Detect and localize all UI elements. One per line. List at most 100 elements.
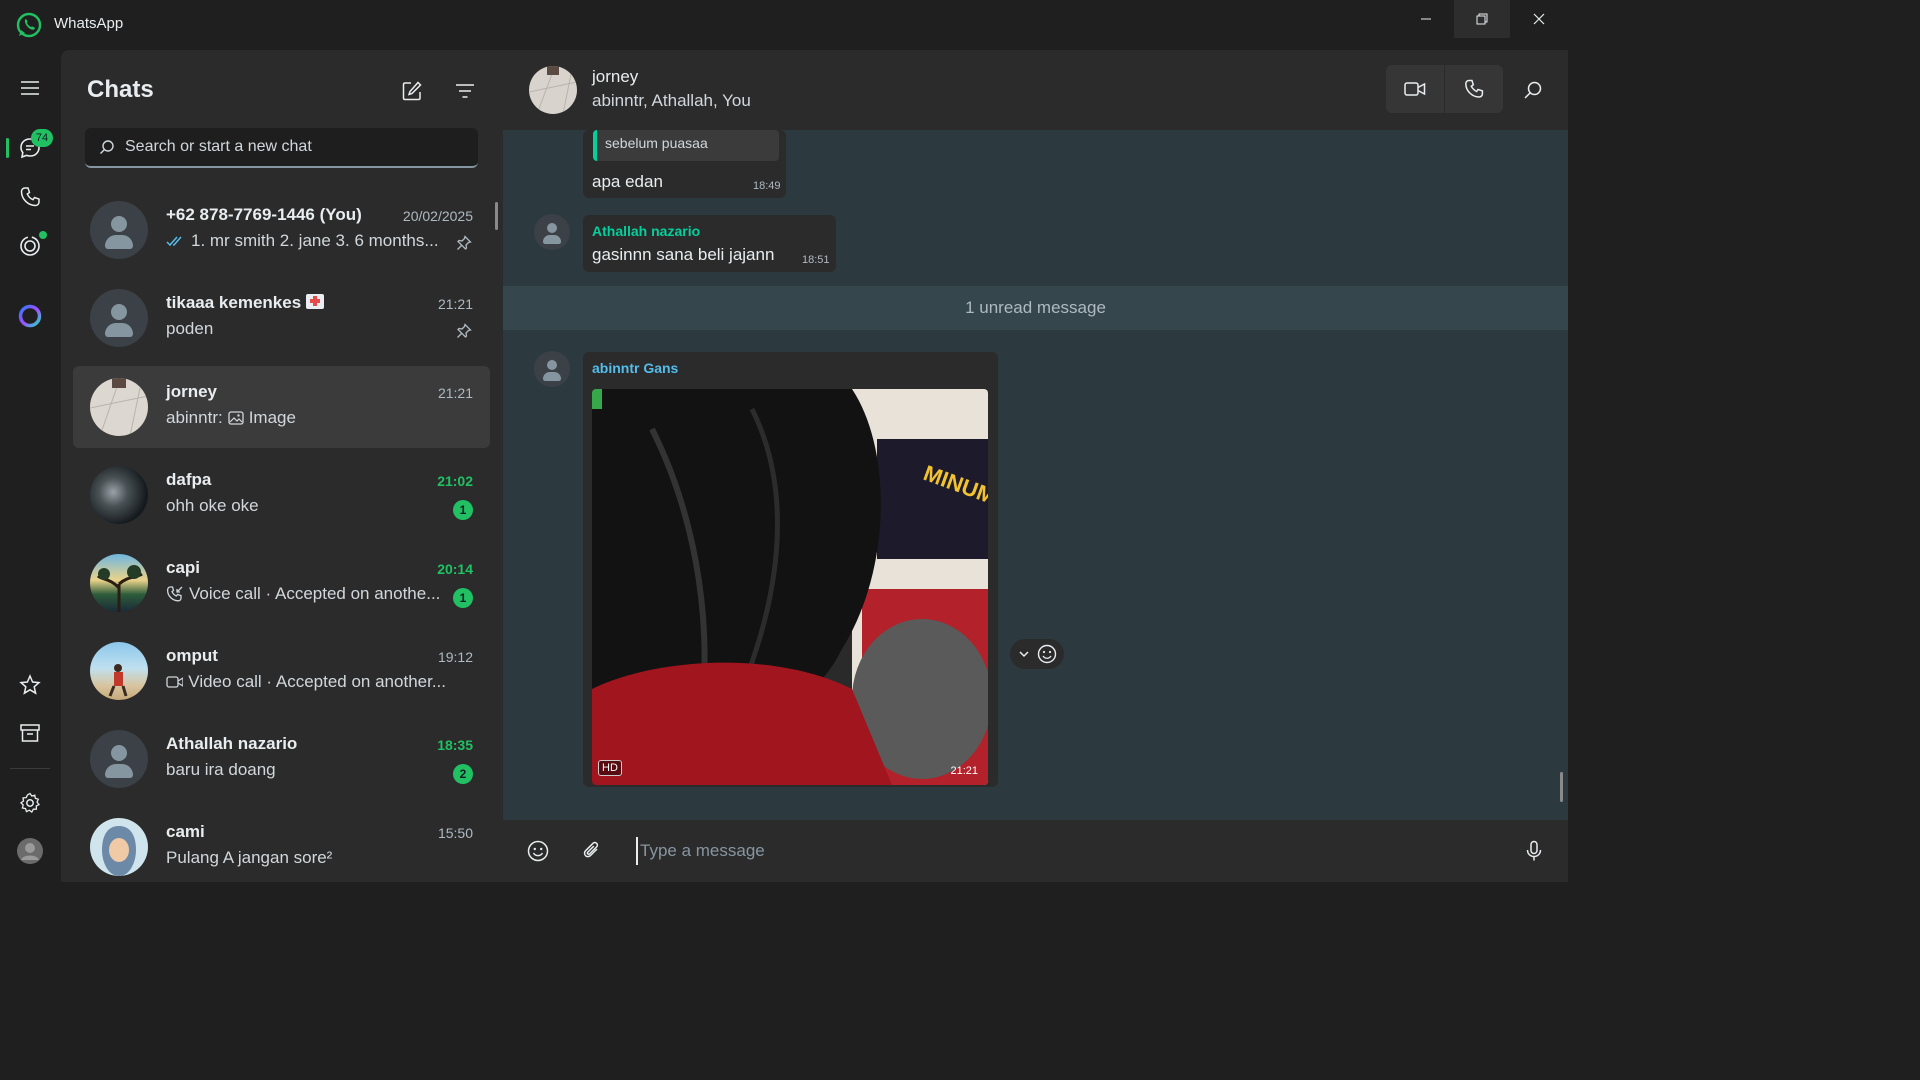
microphone-icon bbox=[1526, 840, 1542, 861]
avatar bbox=[90, 466, 148, 524]
conversation-header[interactable]: jorney abinntr, Athallah, You bbox=[503, 50, 1568, 130]
archive-icon bbox=[20, 724, 40, 742]
minimize-icon bbox=[1421, 18, 1431, 20]
rail-divider bbox=[10, 768, 50, 769]
filter-button[interactable] bbox=[452, 78, 478, 104]
new-chat-button[interactable] bbox=[399, 78, 425, 104]
nav-rail: 74 bbox=[0, 50, 61, 882]
chat-preview-text: 1. mr smith 2. jane 3. 6 months... bbox=[191, 231, 439, 250]
chat-item-dafpa[interactable]: dafpa 21:02 ohh oke oke 1 bbox=[73, 454, 490, 536]
message-input[interactable] bbox=[636, 837, 1496, 865]
message-image[interactable]: MINUM HD 21:21 bbox=[592, 389, 988, 785]
star-icon bbox=[19, 674, 41, 695]
chat-item-tikaaa[interactable]: tikaaa kemenkes 21:21 poden bbox=[73, 277, 490, 359]
close-button[interactable] bbox=[1511, 0, 1567, 38]
phone-icon bbox=[20, 187, 40, 207]
conversation-scrollbar[interactable] bbox=[1560, 772, 1563, 802]
phone-icon bbox=[1465, 79, 1484, 98]
unread-badge: 1 bbox=[453, 588, 473, 608]
hd-badge: HD bbox=[598, 760, 622, 776]
app-title: WhatsApp bbox=[54, 15, 124, 32]
avatar bbox=[90, 818, 148, 876]
chat-preview: 1. mr smith 2. jane 3. 6 months... bbox=[166, 231, 446, 251]
chat-preview-text: Video call · Accepted on another... bbox=[188, 672, 446, 691]
chat-preview: ohh oke oke bbox=[166, 496, 259, 515]
unread-badge: 2 bbox=[453, 764, 473, 784]
filter-icon bbox=[456, 84, 474, 98]
restore-icon bbox=[1476, 13, 1488, 25]
preview-sender: abinntr: bbox=[166, 408, 223, 427]
chat-list-panel: Chats +62 878-7769-1446 (You) 20/02/2025… bbox=[61, 50, 503, 882]
message-actions bbox=[1010, 639, 1064, 669]
chat-preview: Pulang A jangan sore² bbox=[166, 848, 333, 867]
close-icon bbox=[1533, 13, 1545, 25]
sender-avatar[interactable] bbox=[534, 351, 570, 387]
chat-item-jorney[interactable]: jorney 21:21 abinntr: Image bbox=[73, 366, 490, 448]
message-text: apa edan bbox=[592, 172, 663, 191]
read-ticks-icon bbox=[166, 236, 182, 247]
chat-name: dafpa bbox=[166, 470, 212, 489]
attach-button[interactable] bbox=[578, 837, 606, 865]
search-box[interactable] bbox=[85, 128, 478, 168]
incoming-call-icon bbox=[166, 586, 183, 602]
video-call-button[interactable] bbox=[1386, 65, 1444, 113]
minimize-button[interactable] bbox=[1398, 0, 1454, 38]
nav-calls[interactable] bbox=[6, 177, 54, 217]
chat-time: 18:35 bbox=[437, 737, 473, 753]
voice-call-button[interactable] bbox=[1445, 65, 1503, 113]
sender-name[interactable]: abinntr Gans bbox=[592, 360, 678, 376]
nav-status[interactable] bbox=[6, 226, 54, 266]
nav-starred[interactable] bbox=[6, 665, 54, 705]
chat-time: 21:21 bbox=[437, 385, 473, 401]
video-camera-icon bbox=[1404, 82, 1426, 96]
call-buttons bbox=[1386, 65, 1503, 113]
group-avatar[interactable] bbox=[529, 66, 577, 114]
chat-name: tikaaa kemenkes bbox=[166, 293, 324, 313]
chat-name: capi bbox=[166, 558, 201, 577]
hospital-emoji-icon bbox=[305, 294, 324, 309]
sender-name[interactable]: Athallah nazario bbox=[592, 223, 700, 239]
menu-button[interactable] bbox=[6, 68, 54, 108]
quoted-message[interactable]: sebelum puasaa bbox=[593, 130, 779, 161]
search-input[interactable] bbox=[125, 138, 455, 156]
chat-item-cami[interactable]: cami 15:50 Pulang A jangan sore² bbox=[73, 806, 490, 888]
conversation-search-button[interactable] bbox=[1520, 77, 1546, 103]
message-bubble[interactable]: Athallah nazario gasinnn sana beli jajan… bbox=[583, 215, 836, 272]
chevron-down-icon[interactable] bbox=[1018, 648, 1030, 660]
chat-item-capi[interactable]: capi 20:14 Voice call · Accepted on anot… bbox=[73, 542, 490, 624]
whatsapp-logo-icon bbox=[16, 12, 42, 38]
conversation-name: jorney bbox=[592, 67, 639, 86]
chat-preview-text: Voice call · Accepted on anothe... bbox=[189, 584, 441, 603]
status-new-dot bbox=[39, 231, 47, 239]
message-time: 18:49 bbox=[753, 180, 781, 192]
chat-item-athallah[interactable]: Athallah nazario 18:35 baru ira doang 2 bbox=[73, 718, 490, 800]
avatar bbox=[90, 730, 148, 788]
avatar bbox=[90, 378, 148, 436]
avatar bbox=[90, 554, 148, 612]
image-icon bbox=[228, 411, 244, 425]
active-indicator bbox=[6, 138, 9, 158]
nav-settings[interactable] bbox=[6, 783, 54, 823]
voice-message-button[interactable] bbox=[1520, 837, 1548, 865]
chat-preview-text: Image bbox=[248, 408, 296, 427]
chat-time: 19:12 bbox=[437, 649, 473, 665]
chatlist-scrollbar[interactable] bbox=[495, 202, 498, 230]
emoji-button[interactable] bbox=[524, 837, 552, 865]
status-icon bbox=[20, 236, 40, 256]
chat-item-self[interactable]: +62 878-7769-1446 (You) 20/02/2025 1. mr… bbox=[73, 189, 490, 271]
pin-icon bbox=[457, 323, 472, 338]
message-composer bbox=[503, 820, 1568, 882]
conversation-panel: sebelum puasaa apa edan 18:49 Athallah n… bbox=[503, 50, 1568, 882]
unread-badge: 1 bbox=[453, 500, 473, 520]
search-icon bbox=[1524, 81, 1542, 99]
nav-archived[interactable] bbox=[6, 713, 54, 753]
image-message-bubble[interactable]: abinntr Gans MINUM HD 21:21 bbox=[583, 352, 998, 787]
chat-item-omput[interactable]: omput 19:12 Video call · Accepted on ano… bbox=[73, 630, 490, 712]
nav-meta-ai[interactable] bbox=[6, 296, 54, 336]
message-area[interactable]: sebelum puasaa apa edan 18:49 Athallah n… bbox=[503, 130, 1568, 820]
profile-button[interactable] bbox=[6, 831, 54, 871]
message-bubble[interactable]: sebelum puasaa apa edan 18:49 bbox=[583, 130, 786, 198]
sender-avatar[interactable] bbox=[534, 214, 570, 250]
restore-button[interactable] bbox=[1454, 0, 1510, 38]
react-emoji-icon[interactable] bbox=[1037, 644, 1057, 664]
